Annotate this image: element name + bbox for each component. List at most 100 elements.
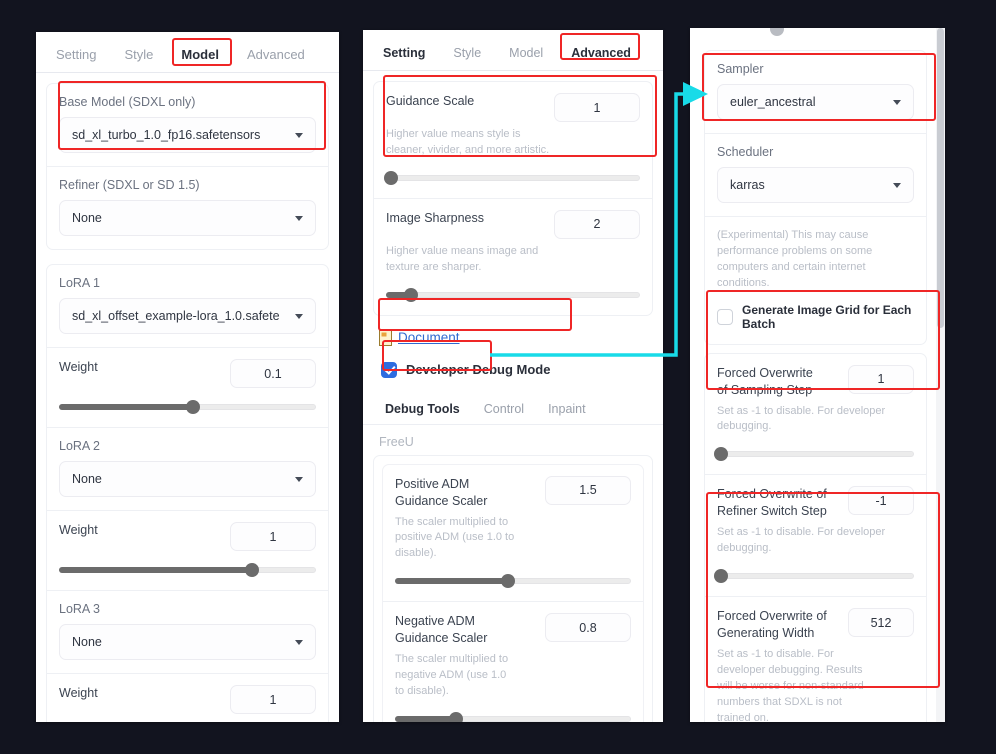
lora-1-value: sd_xl_offset_example-lora_1.0.safete	[72, 309, 280, 323]
advanced-settings-panel: Setting Style Model Advanced Guidance Sc…	[363, 30, 663, 722]
slider-knob[interactable]	[713, 569, 728, 583]
overwrite-width-input[interactable]: 512	[848, 608, 914, 637]
lora-1-select[interactable]: sd_xl_offset_example-lora_1.0.safete	[59, 298, 316, 334]
image-sharpness-desc: Higher value means image and texture are…	[386, 244, 539, 273]
overwrite-sampling-step-desc: Set as -1 to disable. For developer debu…	[717, 404, 886, 433]
chevron-down-icon	[893, 99, 901, 105]
refiner-value: None	[72, 211, 102, 225]
lora-2-select[interactable]: None	[59, 461, 316, 497]
subtab-inpaint[interactable]: Inpaint	[536, 398, 598, 424]
experimental-note-row: (Experimental) This may cause performanc…	[705, 217, 926, 344]
scrollbar-thumb[interactable]	[937, 28, 944, 328]
image-sharpness-slider[interactable]	[386, 287, 640, 302]
tab-setting[interactable]: Setting	[369, 40, 439, 70]
guidance-scale-row: Guidance Scale 1 Higher value means styl…	[374, 82, 652, 199]
slider-knob[interactable]	[770, 28, 784, 36]
overwrite-sampling-step-label: Forced Overwrite of Sampling Step	[717, 365, 813, 397]
screenshot-stage: Setting Style Model Advanced Base Model …	[0, 0, 996, 754]
chevron-down-icon	[893, 182, 901, 188]
checkbox-icon	[717, 308, 733, 325]
slider-knob[interactable]	[244, 563, 259, 577]
experimental-note: (Experimental) This may cause performanc…	[717, 229, 873, 289]
scheduler-select[interactable]: karras	[717, 167, 914, 203]
overwrite-refiner-switch-slider[interactable]	[713, 569, 914, 583]
slider-knob[interactable]	[404, 287, 419, 302]
negative-adm-slider[interactable]	[395, 711, 631, 722]
lora-3-row: LoRA 3 None	[47, 591, 328, 674]
overwrite-width-row: Forced Overwrite of Generating Width 512…	[705, 597, 926, 722]
chevron-down-icon	[295, 313, 303, 319]
slider-knob[interactable]	[449, 711, 464, 722]
overwrite-refiner-switch-desc: Set as -1 to disable. For developer debu…	[717, 526, 886, 555]
overwrite-sampling-step-input[interactable]: 1	[848, 364, 914, 394]
positive-adm-slider[interactable]	[395, 574, 631, 589]
slider-knob[interactable]	[384, 170, 399, 185]
lora-2-weight-slider[interactable]	[59, 563, 316, 577]
tab-advanced[interactable]: Advanced	[557, 40, 645, 70]
sampler-select[interactable]: euler_ancestral	[717, 84, 914, 120]
lora-1-weight-input[interactable]: 0.1	[230, 359, 316, 388]
overwrite-width-label: Forced Overwrite of Generating Width	[717, 609, 827, 640]
partial-slider-above	[710, 28, 923, 42]
positive-adm-desc: The scaler multiplied to positive ADM (u…	[395, 515, 515, 560]
lora-3-weight-input[interactable]: 1	[230, 685, 316, 714]
scheduler-row: Scheduler karras	[705, 134, 926, 217]
developer-debug-mode-label: Developer Debug Mode	[406, 362, 551, 378]
subtab-control[interactable]: Control	[472, 398, 536, 424]
guidance-scale-input[interactable]: 1	[554, 93, 640, 122]
lora-2-label: LoRA 2	[59, 439, 101, 453]
tab-style[interactable]: Style	[110, 41, 167, 72]
overwrite-refiner-switch-label: Forced Overwrite of Refiner Switch Step	[717, 487, 827, 519]
overwrite-refiner-switch-input[interactable]: -1	[848, 486, 914, 516]
lora-3-weight-row: Weight 1	[47, 674, 328, 722]
lora-2-weight-input[interactable]: 1	[230, 522, 316, 551]
checkbox-icon	[381, 361, 397, 378]
slider-fill	[395, 715, 457, 722]
scheduler-value: karras	[730, 178, 765, 192]
image-sharpness-input[interactable]: 2	[554, 209, 640, 239]
document-icon	[379, 329, 392, 346]
refiner-row: Refiner (SDXL or SD 1.5) None	[47, 167, 328, 249]
subtab-debug-tools[interactable]: Debug Tools	[373, 398, 472, 424]
slider-fill	[59, 567, 252, 573]
debug-subtabs: Debug Tools Control Inpaint	[363, 390, 663, 425]
generate-image-grid-checkbox[interactable]: Generate Image Grid for Each Batch	[717, 303, 914, 331]
freeu-section-title: FreeU	[379, 434, 414, 449]
tab-model[interactable]: Model	[495, 40, 557, 70]
slider-fill	[395, 578, 509, 585]
sampler-row: Sampler euler_ancestral	[705, 51, 926, 134]
slider-knob[interactable]	[501, 574, 516, 589]
document-link[interactable]: Document	[379, 329, 663, 346]
positive-adm-input[interactable]: 1.5	[545, 475, 631, 505]
lora-3-select[interactable]: None	[59, 624, 316, 660]
lora-2-weight-row: Weight 1	[47, 511, 328, 591]
slider-knob[interactable]	[185, 400, 200, 414]
forced-overwrite-card: Forced Overwrite of Sampling Step 1 Set …	[704, 352, 927, 722]
slider-track	[717, 573, 914, 579]
document-link-label: Document	[398, 330, 460, 346]
guidance-scale-desc: Higher value means style is cleaner, viv…	[386, 128, 550, 156]
lora-1-weight-slider[interactable]	[59, 400, 316, 414]
overwrite-sampling-step-slider[interactable]	[713, 447, 914, 462]
slider-knob[interactable]	[713, 447, 728, 462]
tab-setting[interactable]: Setting	[42, 41, 110, 72]
positive-adm-label: Positive ADM Guidance Scaler	[395, 476, 488, 508]
slider-track	[717, 451, 914, 458]
panel-scrollbar[interactable]	[936, 28, 945, 722]
tab-model[interactable]: Model	[167, 41, 233, 72]
chevron-down-icon	[295, 639, 303, 645]
negative-adm-input[interactable]: 0.8	[545, 613, 631, 643]
refiner-select[interactable]: None	[59, 200, 316, 236]
lora-3-value: None	[72, 635, 102, 649]
image-sharpness-row: Image Sharpness 2 Higher value means ima…	[374, 199, 652, 315]
base-model-select[interactable]: sd_xl_turbo_1.0_fp16.safetensors	[59, 117, 316, 153]
overwrite-sampling-step-row: Forced Overwrite of Sampling Step 1 Set …	[705, 354, 926, 476]
guidance-scale-slider[interactable]	[384, 170, 640, 185]
sampler-settings-panel: Sampler euler_ancestral Scheduler karras…	[690, 28, 945, 722]
developer-debug-mode-checkbox[interactable]: Developer Debug Mode	[381, 361, 663, 378]
guidance-card: Guidance Scale 1 Higher value means styl…	[373, 81, 653, 316]
tab-advanced[interactable]: Advanced	[233, 41, 319, 72]
lora-1-label: LoRA 1	[59, 276, 101, 290]
adm-group: Positive ADM Guidance Scaler 1.5 The sca…	[382, 463, 644, 722]
tab-style[interactable]: Style	[439, 40, 495, 70]
